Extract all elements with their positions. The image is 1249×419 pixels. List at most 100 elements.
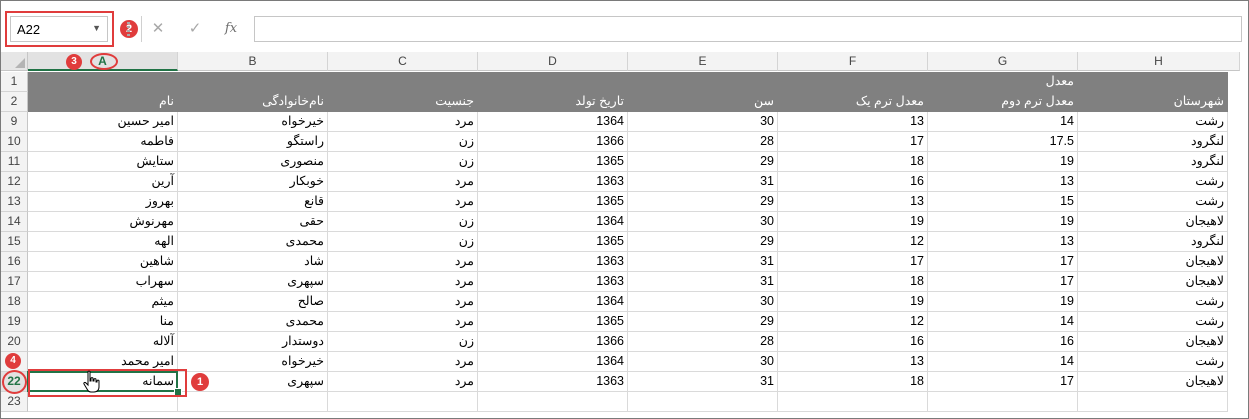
table-cell[interactable]: 13 <box>928 232 1078 252</box>
header-cell[interactable] <box>328 72 478 92</box>
table-cell[interactable]: راستگو <box>178 132 328 152</box>
table-cell[interactable]: منصوری <box>178 152 328 172</box>
row-header[interactable]: 15 <box>1 232 28 252</box>
table-cell[interactable]: 12 <box>778 312 928 332</box>
table-cell[interactable]: 15 <box>928 192 1078 212</box>
table-cell[interactable]: 19 <box>928 292 1078 312</box>
table-cell[interactable]: 14 <box>928 352 1078 372</box>
table-cell[interactable]: بهروز <box>28 192 178 212</box>
insert-function-icon[interactable]: fx <box>219 18 243 40</box>
table-cell[interactable]: مرد <box>328 112 478 132</box>
header-cell[interactable]: نام <box>28 92 178 112</box>
table-cell[interactable]: 1365 <box>478 232 628 252</box>
table-cell[interactable]: 1365 <box>478 312 628 332</box>
table-cell[interactable]: لاهیجان <box>1078 212 1228 232</box>
table-cell[interactable]: زن <box>328 212 478 232</box>
header-cell[interactable]: معدل ترم یک <box>778 92 928 112</box>
table-cell[interactable]: خوبکار <box>178 172 328 192</box>
table-cell[interactable]: 18 <box>778 372 928 392</box>
table-cell[interactable] <box>478 392 628 412</box>
table-cell[interactable]: لنگرود <box>1078 232 1228 252</box>
table-cell[interactable]: رشت <box>1078 112 1228 132</box>
column-header-h[interactable]: H <box>1078 52 1240 71</box>
row-header[interactable]: 13 <box>1 192 28 212</box>
table-cell[interactable]: زن <box>328 332 478 352</box>
header-cell[interactable] <box>28 72 178 92</box>
table-cell[interactable]: رشت <box>1078 312 1228 332</box>
table-cell[interactable]: مرد <box>328 252 478 272</box>
table-cell[interactable]: 16 <box>778 172 928 192</box>
header-cell[interactable] <box>778 72 928 92</box>
cancel-icon[interactable]: ✕ <box>146 18 170 40</box>
column-header-d[interactable]: D <box>478 52 628 71</box>
column-header-f[interactable]: F <box>778 52 928 71</box>
header-cell[interactable] <box>478 72 628 92</box>
table-cell[interactable]: 16 <box>778 332 928 352</box>
table-cell[interactable]: شاهین <box>28 252 178 272</box>
column-header-g[interactable]: G <box>928 52 1078 71</box>
table-cell[interactable]: 30 <box>628 292 778 312</box>
table-cell[interactable]: 13 <box>928 172 1078 192</box>
table-cell[interactable]: لاهیجان <box>1078 332 1228 352</box>
header-cell[interactable] <box>628 72 778 92</box>
table-cell[interactable]: 19 <box>928 212 1078 232</box>
row-header[interactable]: 11 <box>1 152 28 172</box>
table-cell[interactable]: خیرخواه <box>178 112 328 132</box>
table-cell[interactable]: حقی <box>178 212 328 232</box>
table-cell[interactable]: 19 <box>778 212 928 232</box>
table-cell[interactable]: 29 <box>628 152 778 172</box>
table-cell[interactable]: 13 <box>778 112 928 132</box>
table-cell[interactable]: 17 <box>778 252 928 272</box>
header-cell[interactable]: نام‌خانوادگی <box>178 92 328 112</box>
row-header[interactable]: 9 <box>1 112 28 132</box>
row-header[interactable]: 18 <box>1 292 28 312</box>
column-header-c[interactable]: C <box>328 52 478 71</box>
table-cell[interactable]: مرد <box>328 372 478 392</box>
table-cell[interactable]: امیر حسین <box>28 112 178 132</box>
table-cell[interactable]: 18 <box>778 152 928 172</box>
table-cell[interactable]: ستایش <box>28 152 178 172</box>
table-cell[interactable]: 14 <box>928 312 1078 332</box>
table-cell[interactable]: لنگرود <box>1078 152 1228 172</box>
table-cell[interactable]: 19 <box>778 292 928 312</box>
header-cell[interactable]: تاریخ تولد <box>478 92 628 112</box>
table-cell[interactable]: 1363 <box>478 172 628 192</box>
table-cell[interactable]: مرد <box>328 352 478 372</box>
table-cell[interactable]: 13 <box>778 352 928 372</box>
table-cell[interactable]: سهراب <box>28 272 178 292</box>
table-cell[interactable]: لنگرود <box>1078 132 1228 152</box>
row-header[interactable]: 23 <box>1 392 28 412</box>
row-header[interactable]: 2 <box>1 92 28 112</box>
column-header-e[interactable]: E <box>628 52 778 71</box>
header-cell[interactable]: معدل ترم دوم <box>928 92 1078 112</box>
table-cell[interactable]: لاهیجان <box>1078 272 1228 292</box>
table-cell[interactable]: 17 <box>928 272 1078 292</box>
table-cell[interactable]: 1363 <box>478 372 628 392</box>
table-cell[interactable]: رشت <box>1078 192 1228 212</box>
table-cell[interactable]: 31 <box>628 252 778 272</box>
table-cell[interactable]: زن <box>328 232 478 252</box>
table-cell[interactable]: فاطمه <box>28 132 178 152</box>
table-cell[interactable]: محمدی <box>178 232 328 252</box>
resize-grip[interactable] <box>127 22 130 36</box>
table-cell[interactable]: صالح <box>178 292 328 312</box>
select-all-button[interactable] <box>1 52 28 71</box>
table-cell[interactable]: 16 <box>928 332 1078 352</box>
formula-input[interactable] <box>254 16 1242 42</box>
table-cell[interactable]: 12 <box>778 232 928 252</box>
table-cell[interactable]: شاد <box>178 252 328 272</box>
table-cell[interactable]: سپهری <box>178 272 328 292</box>
table-cell[interactable]: 18 <box>778 272 928 292</box>
table-cell[interactable]: 1364 <box>478 112 628 132</box>
table-cell[interactable]: 31 <box>628 272 778 292</box>
header-cell[interactable]: جنسیت <box>328 92 478 112</box>
table-cell[interactable]: مهرنوش <box>28 212 178 232</box>
table-cell[interactable] <box>778 392 928 412</box>
table-cell[interactable]: 17 <box>928 252 1078 272</box>
table-cell[interactable]: 1365 <box>478 192 628 212</box>
table-cell[interactable] <box>628 392 778 412</box>
table-cell[interactable]: رشت <box>1078 352 1228 372</box>
table-cell[interactable]: 30 <box>628 112 778 132</box>
row-header[interactable]: 20 <box>1 332 28 352</box>
table-cell[interactable]: 19 <box>928 152 1078 172</box>
